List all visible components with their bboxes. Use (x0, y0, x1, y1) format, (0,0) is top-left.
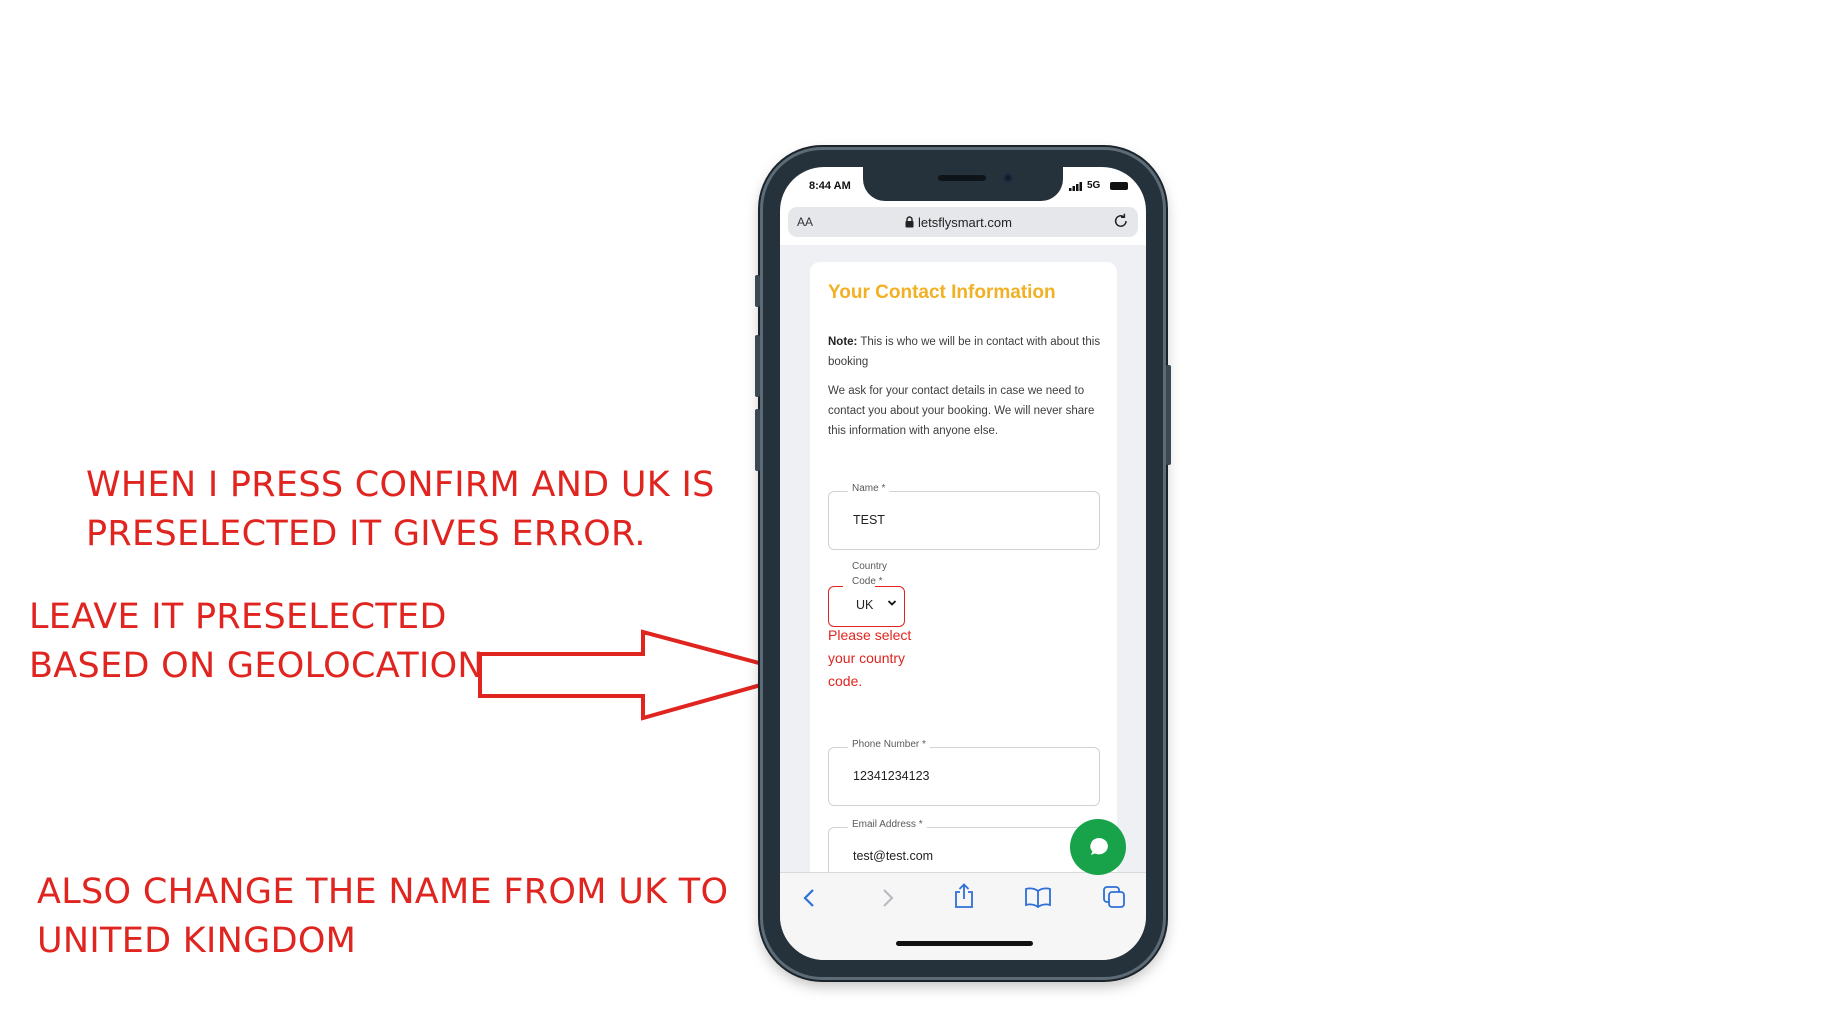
notch (863, 167, 1063, 201)
page-content: Your Contact Information Note: This is w… (780, 245, 1146, 872)
annotation-line: PRESELECTED IT GIVES ERROR. (86, 514, 646, 554)
chat-button[interactable] (1070, 819, 1126, 875)
form-description: We ask for your contact details in case … (828, 385, 1095, 437)
annotation-line: WHEN I PRESS CONFIRM AND UK IS (86, 465, 715, 505)
bookmarks-icon[interactable] (1024, 886, 1052, 908)
note-text: This is who we will be in contact with a… (828, 336, 1101, 368)
tabs-icon[interactable] (1102, 885, 1126, 909)
contact-form-card: Your Contact Information Note: This is w… (810, 262, 1117, 872)
name-field[interactable]: Name * TEST (828, 483, 1100, 550)
reload-icon[interactable] (1112, 212, 1130, 230)
annotation-line: LEAVE IT PRESELECTED (29, 597, 447, 637)
chevron-down-icon[interactable] (887, 599, 897, 607)
phone-mockup: 8:44 AM 5G AA letsflysmart.com Your Cont… (755, 147, 1171, 980)
annotation-rename: ALSO CHANGE THE NAME FROM UK TO UNITED K… (37, 868, 728, 966)
forward-icon[interactable] (879, 887, 895, 909)
side-button (755, 275, 760, 307)
power-button (1166, 365, 1171, 465)
annotation-line: ALSO CHANGE THE NAME FROM UK TO (37, 872, 729, 912)
email-field[interactable]: Email Address * test@test.com (828, 819, 1100, 872)
country-code-error: Please select your country code. (828, 627, 912, 689)
email-label: Email Address * (848, 819, 927, 830)
annotation-line: UNITED KINGDOM (37, 921, 357, 961)
form-title: Your Contact Information (828, 282, 1056, 303)
phone-label: Phone Number * (848, 739, 930, 750)
phone-value[interactable]: 12341234123 (853, 769, 929, 783)
browser-toolbar (780, 872, 1146, 960)
form-note: Note: This is who we will be in contact … (828, 332, 1104, 372)
text-size-button[interactable]: AA (797, 215, 813, 229)
battery-icon (1110, 182, 1128, 190)
country-code-select[interactable]: UK (828, 585, 905, 627)
side-button (755, 335, 760, 397)
signal-icon (1069, 182, 1082, 191)
country-code-value[interactable]: UK (856, 598, 873, 612)
status-time: 8:44 AM (809, 180, 851, 192)
phone-field[interactable]: Phone Number * 12341234123 (828, 739, 1100, 806)
name-label: Name * (848, 483, 890, 494)
email-value[interactable]: test@test.com (853, 849, 933, 863)
annotation-line: BASED ON GEOLOCATION (29, 646, 484, 686)
annotation-geolocation: LEAVE IT PRESELECTED BASED ON GEOLOCATIO… (29, 593, 484, 691)
share-icon[interactable] (953, 883, 975, 909)
back-icon[interactable] (802, 887, 818, 909)
country-code-label-line: Country (852, 561, 888, 572)
address-bar[interactable]: AA letsflysmart.com (788, 207, 1138, 237)
side-button (755, 409, 760, 471)
note-label: Note: (828, 336, 858, 348)
chat-icon (1090, 838, 1108, 855)
lock-icon (905, 216, 914, 228)
name-value[interactable]: TEST (853, 513, 885, 527)
annotation-confirm-error: WHEN I PRESS CONFIRM AND UK IS PRESELECT… (86, 461, 715, 559)
phone-screen: 8:44 AM 5G AA letsflysmart.com Your Cont… (780, 167, 1146, 960)
home-indicator (896, 941, 1033, 946)
network-type: 5G (1087, 180, 1101, 191)
annotation-arrow (478, 629, 808, 721)
url-text[interactable]: letsflysmart.com (918, 215, 1012, 230)
